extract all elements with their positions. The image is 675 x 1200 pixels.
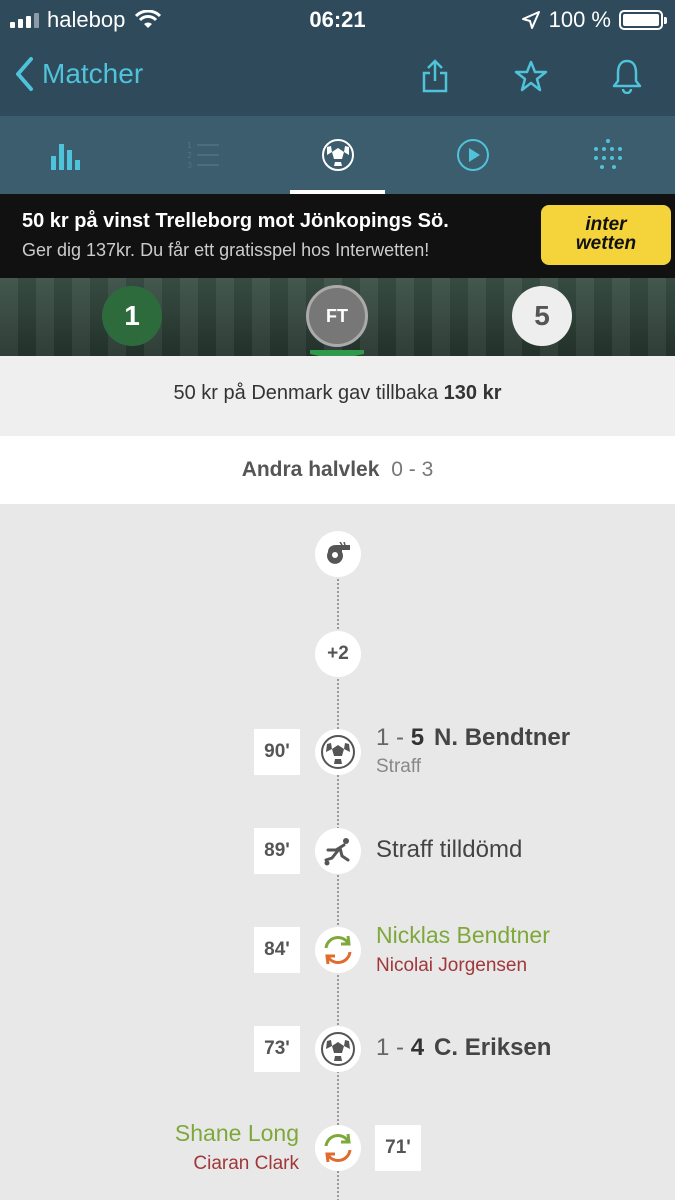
ad-banner[interactable]: 50 kr på vinst Trelleborg mot Jönkopings… (0, 194, 675, 278)
soccer-ball-icon (321, 1032, 355, 1066)
player-out: Nicolai Jorgensen (376, 955, 528, 976)
notifications-button[interactable] (579, 56, 675, 96)
goal-score-home: 1 (376, 1034, 390, 1061)
half-header: Andra halvlek 0 - 3 (0, 436, 675, 504)
battery-icon (619, 10, 667, 30)
chevron-left-icon (16, 57, 33, 91)
half-label: Andra halvlek (241, 458, 380, 481)
match-status-badge: FT (306, 285, 368, 347)
goal-score-home: 1 (376, 724, 390, 751)
wifi-icon (135, 10, 162, 28)
goal-event: 1 - 4 C. Eriksen (376, 1034, 552, 1061)
event-minute: 89' (254, 828, 300, 874)
location-arrow-icon (521, 11, 540, 29)
stats-icon (50, 144, 80, 170)
ad-title: 50 kr på vinst Trelleborg mot Jönkopings… (22, 210, 449, 232)
back-button[interactable]: Matcher (14, 56, 143, 92)
logo-line-2: wetten (575, 233, 637, 254)
svg-text:2: 2 (187, 151, 192, 160)
back-label: Matcher (42, 58, 144, 89)
event-minute: 90' (254, 729, 300, 775)
substitution-event: Nicklas Bendtner Nicolai Jorgensen (376, 922, 550, 977)
half-score: 0 - 3 (391, 458, 434, 481)
goal-event: 1 - 5 N. Bendtner Straff (376, 724, 571, 777)
tab-video[interactable] (405, 116, 540, 194)
bell-icon (612, 59, 642, 94)
favorite-button[interactable] (483, 56, 579, 96)
tab-stats[interactable] (0, 116, 135, 194)
player-in: Shane Long (174, 1120, 299, 1146)
lineup-icon (593, 139, 622, 169)
substitution-icon (324, 1133, 352, 1163)
goal-score-away: 5 (410, 724, 425, 751)
penalty-kick-icon (324, 838, 350, 866)
soccer-ball-icon (321, 735, 355, 769)
penalty-node (315, 828, 361, 874)
svg-text:3: 3 (187, 161, 192, 170)
tab-match-events[interactable] (270, 116, 405, 194)
goal-node (315, 729, 361, 775)
goal-node (315, 1026, 361, 1072)
carrier-label: halebop (47, 7, 126, 32)
whistle-node (315, 531, 361, 577)
status-bar: halebop 06:21 100 % (0, 0, 675, 40)
substitution-node (315, 1125, 361, 1171)
goal-detail: Straff (376, 756, 422, 777)
match-timeline: +2 90' 1 - 5 N. Bendtner Straff 89' Straf… (0, 504, 675, 1200)
event-minute: 84' (254, 927, 300, 973)
added-time-badge: +2 (315, 631, 361, 677)
signal-icon (10, 12, 39, 28)
goal-scorer: N. Bendtner (434, 724, 571, 751)
bet-result: 50 kr på Denmark gav tillbaka 130 kr (0, 356, 675, 436)
play-icon (456, 139, 489, 171)
battery-percent: 100 % (548, 7, 611, 32)
substitution-icon (324, 935, 352, 965)
share-button[interactable] (387, 56, 483, 96)
bet-amount: 130 kr (443, 382, 502, 404)
tab-lineup[interactable] (540, 116, 675, 194)
goal-score-away: 4 (410, 1034, 425, 1061)
interwetten-logo[interactable]: inter wetten (541, 205, 671, 265)
player-in: Nicklas Bendtner (376, 922, 550, 948)
scoreboard: 1 FT 5 (0, 278, 675, 356)
logo-line-1: inter (585, 214, 627, 235)
whistle-icon (327, 542, 350, 564)
svg-text:1: 1 (187, 141, 192, 150)
tab-standings[interactable]: 1 2 3 (135, 116, 270, 194)
tab-bar: 1 2 3 (0, 116, 675, 194)
nav-bar: Matcher (0, 40, 675, 116)
substitution-node (315, 927, 361, 973)
standings-icon: 1 2 3 (187, 141, 219, 170)
ball-icon (321, 139, 354, 171)
penalty-event-text: Straff tilldömd (376, 836, 523, 863)
event-minute: 71' (375, 1125, 421, 1171)
substitution-event: Shane Long Ciaran Clark (175, 1120, 299, 1175)
star-icon (514, 60, 548, 92)
away-score: 5 (512, 286, 572, 346)
goal-scorer: C. Eriksen (434, 1034, 552, 1061)
home-score: 1 (102, 286, 162, 346)
player-out: Ciaran Clark (193, 1153, 299, 1174)
event-minute: 73' (254, 1026, 300, 1072)
share-icon (422, 59, 448, 93)
ad-subtitle: Ger dig 137kr. Du får ett gratisspel hos… (22, 240, 430, 260)
bet-text: 50 kr på Denmark gav tillbaka (173, 382, 439, 404)
